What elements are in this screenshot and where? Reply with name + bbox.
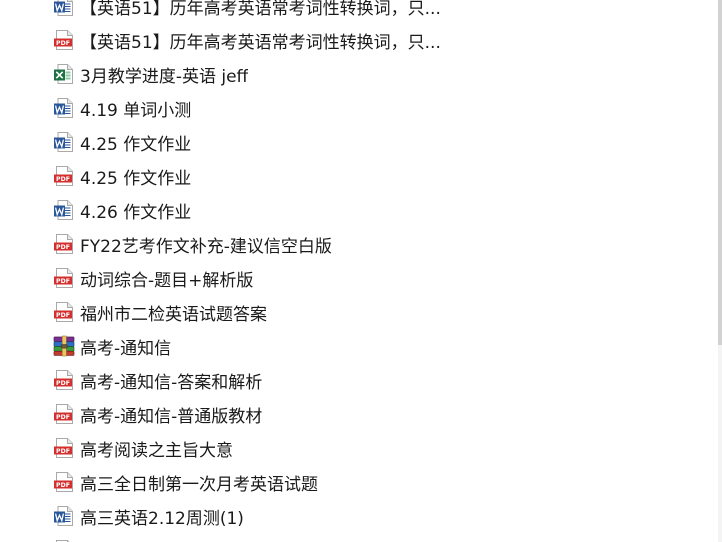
file-row[interactable]: 4.26 作文作业 — [0, 193, 722, 227]
file-row[interactable]: 高三英语2.12周测(1) — [0, 499, 722, 533]
svg-text:PDF: PDF — [56, 244, 70, 251]
word-doc-icon — [53, 0, 75, 17]
file-row[interactable]: 4.25 作文作业 — [0, 125, 722, 159]
file-row[interactable]: PDF 高考-通知信-答案和解析 — [0, 363, 722, 397]
file-row[interactable]: PDF 4.25 作文作业 — [0, 159, 722, 193]
file-name: 高三全日制第一次月考英语试题 — [80, 474, 318, 495]
pdf-file-icon: PDF — [53, 165, 75, 187]
file-name: 【英语51】历年高考英语常考词性转换词，只... — [80, 32, 441, 53]
svg-text:PDF: PDF — [56, 278, 70, 285]
file-name: 3月教学进度-英语 jeff — [80, 66, 249, 87]
file-list: 【英语51】历年高考英语常考词性转换词，只... PDF 【英语51】历年高考英语常… — [0, 0, 722, 542]
file-row[interactable]: 4.19 单词小测 — [0, 91, 722, 125]
pdf-file-icon: PDF — [53, 471, 75, 493]
word-doc-icon — [53, 505, 75, 527]
excel-sheet-icon — [53, 63, 75, 85]
file-name: 4.25 作文作业 — [80, 168, 192, 189]
file-name: FY22艺考作文补充-建议信空白版 — [80, 236, 332, 257]
file-name: 高三英语2.12周测(1) — [80, 508, 244, 529]
file-row[interactable]: PDF 高三全日制第一次月考英语试题 — [0, 465, 722, 499]
rar-archive-icon — [53, 335, 75, 357]
file-row[interactable]: PDF高三英语2.12周测答案(1) — [0, 533, 722, 542]
svg-text:PDF: PDF — [56, 380, 70, 387]
pdf-file-icon: PDF — [53, 233, 75, 255]
file-row[interactable]: PDF FY22艺考作文补充-建议信空白版 — [0, 227, 722, 261]
file-list-items: 【英语51】历年高考英语常考词性转换词，只... PDF 【英语51】历年高考英语常… — [0, 0, 722, 542]
file-row[interactable]: PDF 高考阅读之主旨大意 — [0, 431, 722, 465]
pdf-file-icon: PDF — [53, 369, 75, 391]
file-name: 高考-通知信 — [80, 338, 172, 359]
pdf-file-icon: PDF — [53, 437, 75, 459]
file-name: 4.19 单词小测 — [80, 100, 192, 121]
svg-text:PDF: PDF — [56, 312, 70, 319]
file-name: 【英语51】历年高考英语常考词性转换词，只... — [80, 0, 441, 19]
file-name: 高三英语2.12周测答案(1) — [80, 538, 278, 542]
word-doc-icon — [53, 131, 75, 153]
file-row[interactable]: PDF 高考-通知信-普通版教材 — [0, 397, 722, 431]
file-name: 高考-通知信-答案和解析 — [80, 372, 263, 393]
file-row[interactable]: 高考-通知信 — [0, 329, 722, 363]
file-name: 高考阅读之主旨大意 — [80, 440, 233, 461]
pdf-file-icon: PDF — [53, 29, 75, 51]
pdf-file-icon: PDF — [53, 267, 75, 289]
pdf-file-icon: PDF — [53, 301, 75, 323]
svg-text:PDF: PDF — [56, 414, 70, 421]
file-name: 福州市二检英语试题答案 — [80, 304, 267, 325]
file-row[interactable]: 【英语51】历年高考英语常考词性转换词，只... — [0, 0, 722, 23]
vertical-scrollbar[interactable] — [718, 0, 722, 542]
svg-text:PDF: PDF — [56, 448, 70, 455]
file-row[interactable]: PDF 福州市二检英语试题答案 — [0, 295, 722, 329]
file-name: 4.25 作文作业 — [80, 134, 192, 155]
svg-text:PDF: PDF — [56, 482, 70, 489]
file-row[interactable]: 3月教学进度-英语 jeff — [0, 57, 722, 91]
word-doc-icon — [53, 199, 75, 221]
word-doc-icon — [53, 97, 75, 119]
pdf-file-icon: PDF — [53, 403, 75, 425]
file-row[interactable]: PDF 动词综合-题目+解析版 — [0, 261, 722, 295]
file-name: 4.26 作文作业 — [80, 202, 192, 223]
file-name: 动词综合-题目+解析版 — [80, 270, 254, 291]
scrollbar-thumb[interactable] — [718, 0, 722, 345]
svg-text:PDF: PDF — [56, 40, 70, 47]
file-name: 高考-通知信-普通版教材 — [80, 406, 263, 427]
svg-text:PDF: PDF — [56, 176, 70, 183]
file-row[interactable]: PDF 【英语51】历年高考英语常考词性转换词，只... — [0, 23, 722, 57]
